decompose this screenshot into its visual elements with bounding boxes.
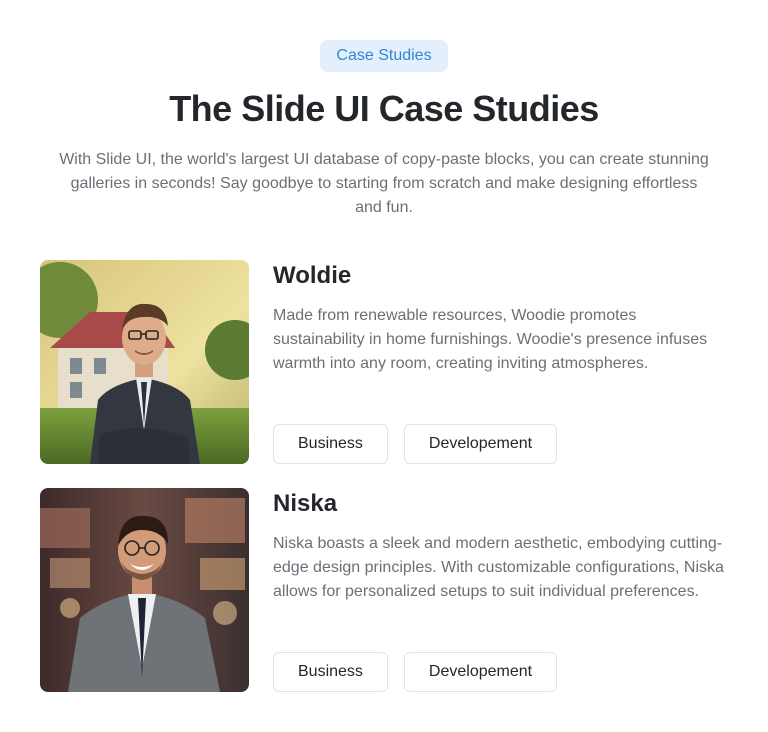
tag-business-button[interactable]: Business [273,652,388,692]
tag-development-button[interactable]: Developement [403,652,558,692]
page-title: The Slide UI Case Studies [169,88,599,129]
case-tags: Business Developement [273,652,558,692]
case-study-card-niska: Niska Niska boasts a sleek and modern ae… [40,488,730,692]
case-description: Made from renewable resources, Woodie pr… [273,307,708,372]
page-subtitle: With Slide UI, the world's largest UI da… [59,151,709,216]
case-tags: Business Developement [273,424,558,464]
tag-business-button[interactable]: Business [273,424,388,464]
woldie-photo [40,260,249,464]
niska-photo [40,488,249,692]
tag-development-button[interactable]: Developement [403,424,558,464]
header-badge-wrap: Case Studies [0,40,768,72]
case-description: Niska boasts a sleek and modern aestheti… [273,535,724,600]
case-study-card-woldie: Woldie Made from renewable resources, Wo… [40,260,730,464]
case-studies-badge: Case Studies [320,40,448,72]
case-title: Woldie [273,262,352,289]
case-title: Niska [273,490,338,517]
